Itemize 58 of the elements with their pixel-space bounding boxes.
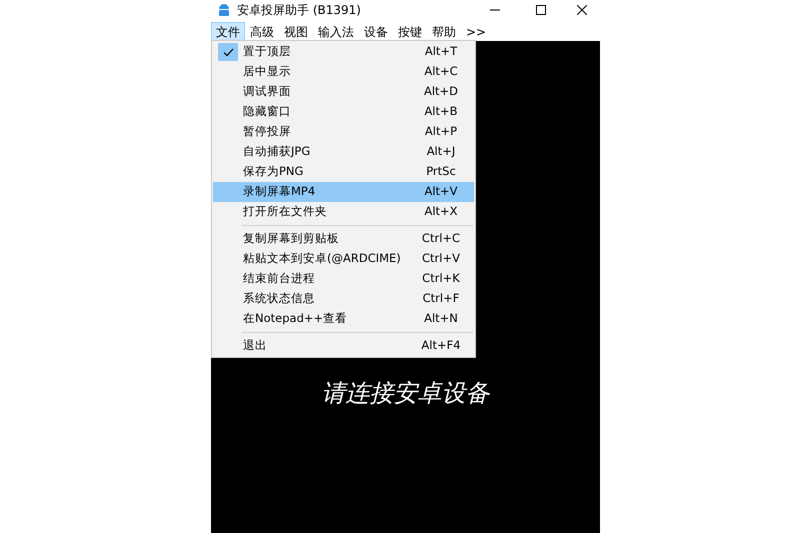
menu-bar-item[interactable]: 高级 <box>245 22 279 40</box>
shortcut-label: Ctrl+F <box>422 290 460 308</box>
shortcut-label: Ctrl+C <box>420 230 462 248</box>
shortcut-label: PrtSc <box>425 163 457 180</box>
shortcut-label: Alt+J <box>426 143 456 160</box>
menu-item-label: 自动捕获JPG <box>243 143 310 160</box>
menu-bar-item[interactable]: 输入法 <box>313 22 359 40</box>
android-icon <box>217 3 231 17</box>
menu-item[interactable]: 录制屏幕MP4 Alt+V <box>213 182 474 202</box>
menu-item[interactable]: 打开所在文件夹 Alt+X <box>213 202 474 222</box>
menu-item[interactable]: 在Notepad++查看 Alt+N <box>213 309 474 329</box>
shortcut-label: Alt+X <box>423 203 459 220</box>
menu-item[interactable]: 系统状态信息 Ctrl+F <box>213 289 474 309</box>
menu-item[interactable]: 暂停投屏 Alt+P <box>213 122 474 142</box>
menu-bar-item[interactable]: 视图 <box>279 22 313 40</box>
menu-item-label: 隐藏窗口 <box>243 103 291 120</box>
menu-item[interactable]: 调试界面 Alt+D <box>213 82 474 102</box>
shortcut-label: Ctrl+K <box>421 270 461 288</box>
connect-message: 请连接安卓设备 <box>322 378 490 409</box>
close-icon <box>577 5 587 15</box>
menu-bar-item[interactable]: 设备 <box>359 22 393 40</box>
menu-item-label: 录制屏幕MP4 <box>243 183 316 200</box>
maximize-icon <box>536 5 546 15</box>
menu-bar-item[interactable]: 帮助 <box>427 22 461 40</box>
menu-item[interactable]: 复制屏幕到剪贴板 Ctrl+C <box>213 229 474 249</box>
shortcut-label: Alt+T <box>424 43 458 60</box>
menu-item-label: 调试界面 <box>243 83 291 100</box>
menu-item-label: 置于顶层 <box>243 43 291 60</box>
window-title: 安卓投屏助手 (B1391) <box>237 2 361 19</box>
menu-item-label: 暂停投屏 <box>243 123 291 140</box>
menu-item[interactable]: 保存为PNG PrtSc <box>213 162 474 182</box>
menu-item[interactable]: 置于顶层 Alt+T <box>213 42 474 62</box>
menu-item-label: 复制屏幕到剪贴板 <box>243 230 339 248</box>
menu-item-label: 在Notepad++查看 <box>243 310 348 328</box>
shortcut-label: Alt+P <box>424 123 458 140</box>
shortcut-label: Alt+V <box>423 183 459 200</box>
menu-item-label: 系统状态信息 <box>243 290 315 308</box>
menu-bar-item[interactable]: 按键 <box>393 22 427 40</box>
menu-item-label: 打开所在文件夹 <box>243 203 327 220</box>
menu-item-label: 结束前台进程 <box>243 270 315 288</box>
menu-item[interactable]: 隐藏窗口 Alt+B <box>213 102 474 122</box>
menu-item[interactable]: 退出 Alt+F4 <box>213 336 474 356</box>
menu-item-label: 退出 <box>243 337 267 354</box>
shortcut-label: Alt+D <box>422 83 460 100</box>
menu-item-label: 粘贴文本到安卓(@ARDCIME) <box>243 250 401 268</box>
shortcut-label: Alt+F4 <box>420 337 462 354</box>
menu-item[interactable]: 自动捕获JPG Alt+J <box>213 142 474 162</box>
menu-item-label: 居中显示 <box>243 63 291 80</box>
menu-bar-item[interactable]: >> <box>461 22 492 40</box>
menu-item[interactable]: 结束前台进程 Ctrl+K <box>213 269 474 289</box>
shortcut-label: Ctrl+V <box>421 250 461 268</box>
menu-bar-item[interactable]: 文件 <box>211 22 245 40</box>
shortcut-label: Alt+B <box>423 103 459 120</box>
menu-item[interactable]: 居中显示 Alt+C <box>213 62 474 82</box>
shortcut-label: Alt+N <box>423 310 459 328</box>
menu-item[interactable]: 粘贴文本到安卓(@ARDCIME) Ctrl+V <box>213 249 474 269</box>
shortcut-label: Alt+C <box>423 63 459 80</box>
menu-item-label: 保存为PNG <box>243 163 304 180</box>
